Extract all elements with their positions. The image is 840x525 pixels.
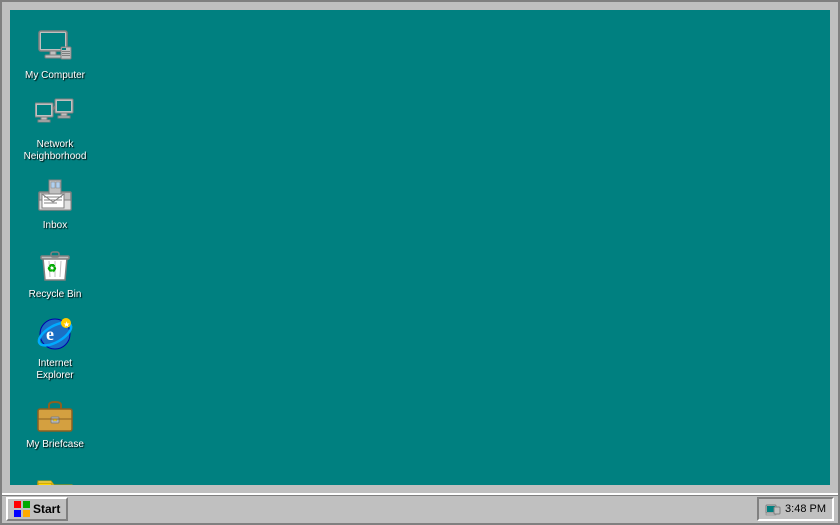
inbox-graphic bbox=[35, 176, 75, 216]
icon-my-computer[interactable]: My Computer bbox=[15, 20, 95, 89]
start-label: Start bbox=[33, 502, 60, 516]
system-time: 3:48 PM bbox=[785, 503, 826, 515]
icon-network-neighborhood[interactable]: Network Neighborhood bbox=[15, 89, 95, 170]
recycle-bin-graphic: ♻ bbox=[35, 245, 75, 285]
my-computer-graphic bbox=[35, 26, 75, 66]
my-computer-label: My Computer bbox=[23, 69, 87, 83]
inbox-label: Inbox bbox=[41, 219, 69, 233]
icon-internet-explorer[interactable]: e ★ Internet Explorer bbox=[15, 308, 95, 389]
network-tray-icon bbox=[765, 501, 781, 517]
svg-text:♻: ♻ bbox=[47, 263, 57, 275]
internet-explorer-label: Internet Explorer bbox=[19, 357, 91, 383]
online-services-graphic bbox=[35, 472, 75, 485]
svg-text:e: e bbox=[46, 324, 54, 344]
desktop-icons: My Computer bbox=[10, 10, 100, 485]
network-neighborhood-label: Network Neighborhood bbox=[19, 138, 91, 164]
desktop: My Computer bbox=[10, 10, 830, 485]
icon-my-briefcase[interactable]: My Briefcase bbox=[15, 389, 95, 458]
start-button[interactable]: Start bbox=[6, 497, 68, 521]
icon-online-services[interactable]: Online Services bbox=[15, 466, 95, 485]
window-frame: My Computer bbox=[0, 0, 840, 525]
svg-text:★: ★ bbox=[63, 320, 70, 329]
internet-explorer-graphic: e ★ bbox=[35, 314, 75, 354]
network-neighborhood-graphic bbox=[35, 95, 75, 135]
windows-logo bbox=[14, 501, 30, 517]
my-briefcase-label: My Briefcase bbox=[24, 438, 86, 452]
taskbar: Start 3:48 PM bbox=[2, 493, 838, 523]
recycle-bin-label: Recycle Bin bbox=[27, 288, 84, 302]
system-tray: 3:48 PM bbox=[757, 497, 834, 521]
icon-inbox[interactable]: Inbox bbox=[15, 170, 95, 239]
icon-recycle-bin[interactable]: ♻ Recycle Bin bbox=[15, 239, 95, 308]
my-briefcase-graphic bbox=[35, 395, 75, 435]
